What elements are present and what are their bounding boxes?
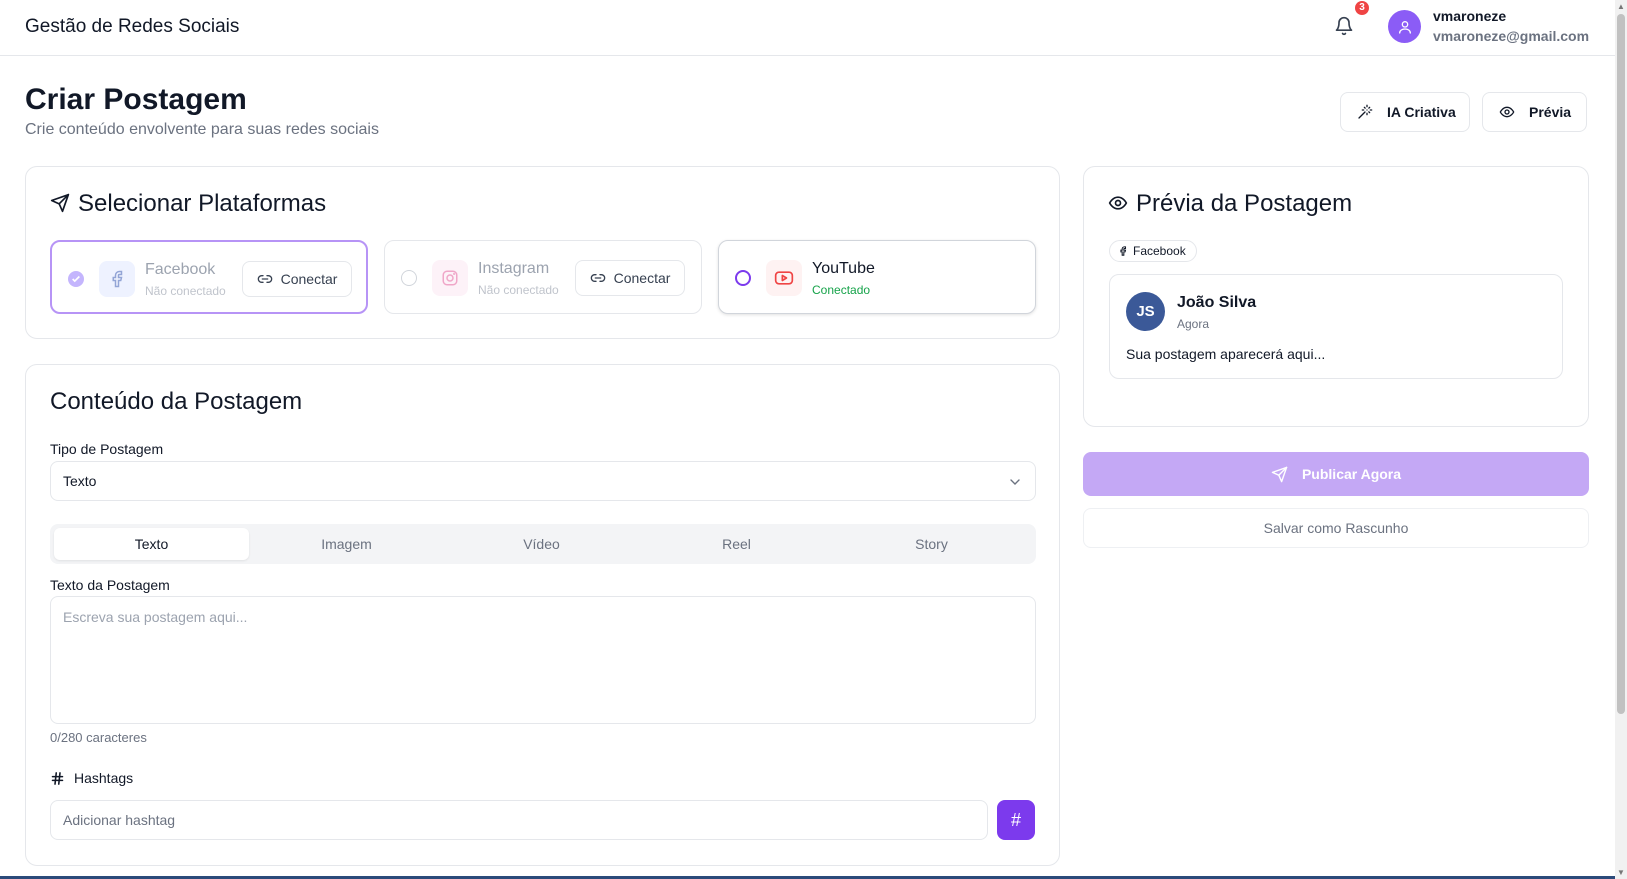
- link-icon: [590, 274, 605, 282]
- post-type-label: Tipo de Postagem: [50, 441, 164, 457]
- platform-facebook[interactable]: Facebook Não conectado Conectar: [50, 240, 368, 314]
- post-text-label: Texto da Postagem: [50, 577, 170, 593]
- facebook-connect-label: Conectar: [280, 271, 338, 287]
- post-time: Agora: [1177, 317, 1210, 331]
- post-type-select[interactable]: Texto: [50, 461, 1036, 501]
- platform-instagram[interactable]: Instagram Não conectado Conectar: [384, 240, 702, 314]
- instagram-icon: [432, 260, 468, 296]
- instagram-checkbox[interactable]: [401, 270, 417, 286]
- publish-now-button[interactable]: Publicar Agora: [1083, 452, 1589, 496]
- app-title: Gestão de Redes Sociais: [25, 16, 240, 37]
- youtube-name: YouTube: [812, 260, 875, 277]
- avatar: JS: [1126, 292, 1165, 331]
- tab-texto[interactable]: Texto: [54, 528, 249, 560]
- scroll-up-arrow[interactable]: ▲: [1617, 2, 1625, 11]
- instagram-connect-button[interactable]: Conectar: [575, 260, 685, 296]
- user-email: vmaroneze@gmail.com: [1433, 28, 1590, 44]
- send-icon: [1271, 466, 1288, 482]
- facebook-status: Não conectado: [145, 284, 226, 298]
- page-subtitle: Crie conteúdo envolvente para suas redes…: [25, 121, 379, 138]
- facebook-icon: [1120, 246, 1127, 256]
- character-counter: 0/280 caracteres: [50, 730, 147, 745]
- tab-imagem[interactable]: Imagem: [249, 528, 444, 560]
- facebook-connect-button[interactable]: Conectar: [242, 261, 352, 297]
- user-avatar[interactable]: [1388, 10, 1421, 43]
- ai-creative-button[interactable]: IA Criativa: [1340, 92, 1470, 132]
- youtube-icon: [766, 260, 802, 296]
- eye-icon: [1108, 196, 1128, 210]
- content-title: Conteúdo da Postagem: [50, 388, 303, 415]
- hashtags-label: Hashtags: [74, 770, 134, 786]
- eye-icon: [1499, 106, 1515, 118]
- bell-icon[interactable]: [1334, 16, 1354, 36]
- notification-badge: 3: [1355, 1, 1369, 15]
- facebook-name: Facebook: [145, 261, 216, 278]
- tab-story[interactable]: Story: [834, 528, 1029, 560]
- ai-creative-label: IA Criativa: [1387, 104, 1456, 120]
- top-bar: Gestão de Redes Sociais 3 vmaroneze vmar…: [0, 0, 1615, 56]
- chevron-down-icon: [1010, 479, 1020, 485]
- user-name: vmaroneze: [1433, 8, 1507, 24]
- magic-wand-icon: [1358, 104, 1373, 119]
- user-icon: [1398, 20, 1411, 34]
- preview-post: JS João Silva Agora Sua postagem aparece…: [1109, 274, 1563, 379]
- platform-youtube[interactable]: YouTube Conectado: [718, 240, 1036, 314]
- facebook-checkbox[interactable]: [68, 271, 84, 287]
- instagram-status: Não conectado: [478, 283, 559, 297]
- post-author: João Silva: [1177, 294, 1257, 311]
- instagram-connect-label: Conectar: [613, 270, 671, 286]
- preview-title: Prévia da Postagem: [1136, 190, 1353, 217]
- content-type-tabs: Texto Imagem Vídeo Reel Story: [50, 524, 1036, 564]
- post-type-value: Texto: [63, 473, 97, 489]
- send-icon: [50, 193, 70, 213]
- scrollbar-thumb[interactable]: [1617, 14, 1625, 714]
- preview-platform-chip: Facebook: [1109, 240, 1197, 262]
- scroll-down-arrow[interactable]: ▼: [1617, 868, 1625, 877]
- facebook-icon: [99, 261, 135, 297]
- tab-reel[interactable]: Reel: [639, 528, 834, 560]
- hash-icon: [51, 772, 64, 785]
- youtube-status: Conectado: [812, 283, 871, 297]
- platforms-title: Selecionar Plataformas: [78, 190, 327, 217]
- post-text: Sua postagem aparecerá aqui...: [1126, 346, 1326, 362]
- youtube-radio[interactable]: [735, 270, 751, 286]
- scrollbar[interactable]: ▲ ▼: [1615, 0, 1627, 879]
- preview-platform-label: Facebook: [1133, 244, 1186, 258]
- tab-video[interactable]: Vídeo: [444, 528, 639, 560]
- publish-now-label: Publicar Agora: [1301, 466, 1402, 482]
- post-text-input[interactable]: Escreva sua postagem aqui...: [50, 596, 1036, 724]
- hashtag-input[interactable]: Adicionar hashtag: [50, 800, 988, 840]
- preview-label: Prévia: [1529, 104, 1572, 120]
- instagram-name: Instagram: [478, 260, 550, 277]
- page-title: Criar Postagem: [25, 83, 247, 116]
- add-hashtag-button[interactable]: #: [997, 800, 1035, 840]
- save-draft-button[interactable]: Salvar como Rascunho: [1083, 508, 1589, 548]
- link-icon: [257, 275, 272, 283]
- preview-button[interactable]: Prévia: [1482, 92, 1587, 132]
